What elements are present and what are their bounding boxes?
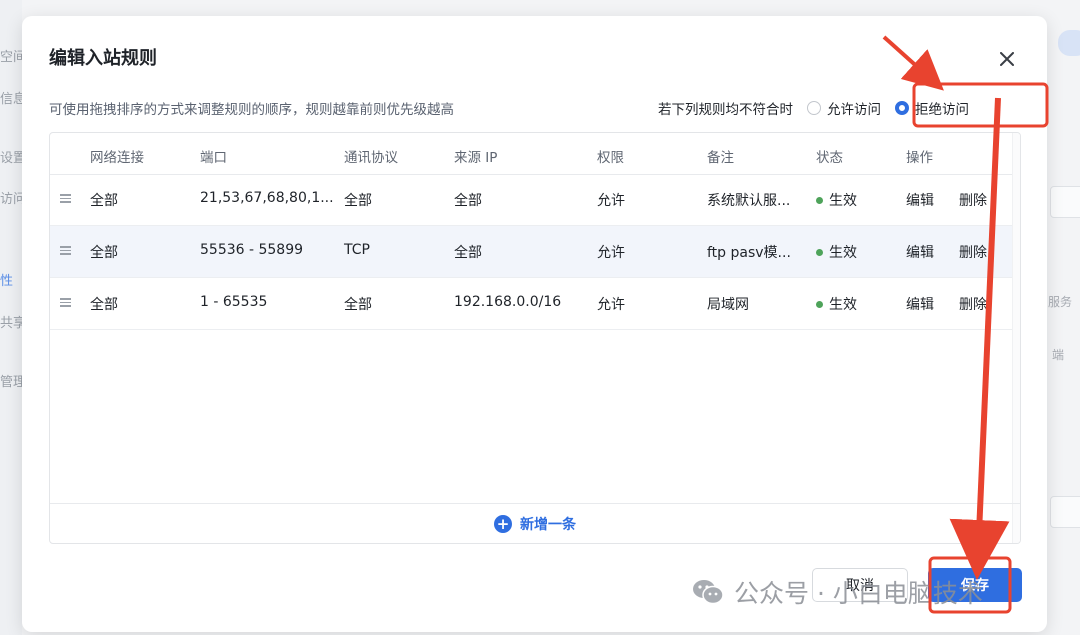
protocol-cell: 全部 [344, 193, 372, 209]
delete-link[interactable]: 删除 [959, 242, 987, 262]
bg-field [1050, 496, 1080, 528]
drag-handle-icon[interactable] [60, 298, 71, 307]
drag-handle-icon[interactable] [60, 246, 71, 255]
allow-access-radio[interactable]: 允许访问 [807, 98, 881, 118]
table-row: 全部 21,53,67,68,80,1... 全部 全部 允许 系统默认服...… [50, 174, 1020, 226]
column-header: 网络连接 [90, 150, 144, 166]
deny-access-radio[interactable]: 拒绝访问 [895, 98, 969, 118]
rules-table: 网络连接 端口 通讯协议 来源 IP 权限 备注 状态 操作 全部 21,53,… [49, 132, 1021, 544]
bg-label: 服务 [1048, 295, 1073, 309]
add-rule-button[interactable]: + 新增一条 [494, 514, 576, 534]
column-header: 端口 [200, 150, 227, 166]
dialog-description: 可使用拖拽排序的方式来调整规则的顺序，规则越靠前则优先级越高 [49, 102, 454, 118]
source-ip-cell: 全部 [454, 245, 482, 261]
source-ip-cell: 192.168.0.0/16 [454, 294, 562, 310]
port-cell: 21,53,67,68,80,1... [200, 190, 334, 206]
note-cell: 局域网 [707, 297, 749, 313]
bg-label: 端 [1052, 348, 1065, 362]
network-cell: 全部 [90, 245, 118, 261]
port-cell: 1 - 65535 [200, 294, 268, 310]
source-ip-cell: 全部 [454, 193, 482, 209]
status-cell: 生效 [816, 190, 857, 210]
table-header: 网络连接 端口 通讯协议 来源 IP 权限 备注 状态 操作 [50, 133, 1020, 175]
protocol-cell: TCP [344, 242, 370, 258]
radio-circle [807, 101, 821, 115]
table-scrollbar[interactable] [1012, 133, 1020, 543]
column-header: 通讯协议 [344, 150, 398, 166]
permission-cell: 允许 [597, 245, 625, 261]
wechat-icon [693, 580, 724, 605]
close-icon [1000, 52, 1014, 66]
permission-cell: 允许 [597, 297, 625, 313]
delete-link[interactable]: 删除 [959, 190, 987, 210]
table-footer: + 新增一条 [50, 503, 1020, 543]
bg-nav-item: 性 [0, 274, 14, 289]
status-dot-icon [816, 301, 823, 308]
note-cell: 系统默认服... [707, 193, 791, 209]
edit-inbound-rules-dialog: 编辑入站规则 可使用拖拽排序的方式来调整规则的顺序，规则越靠前则优先级越高 若下… [22, 16, 1047, 632]
column-header: 来源 IP [454, 150, 498, 166]
table-row: 全部 1 - 65535 全部 192.168.0.0/16 允许 局域网 生效… [50, 278, 1020, 330]
status-dot-icon [816, 249, 823, 256]
watermark-text: 公众号 · 小白电脑技术 [734, 579, 983, 608]
policy-label: 若下列规则均不符合时 [658, 102, 793, 118]
table-row: 全部 55536 - 55899 TCP 全部 允许 ftp pasv模... … [50, 226, 1020, 278]
plus-circle-icon: + [494, 515, 512, 533]
network-cell: 全部 [90, 297, 118, 313]
bg-toggle [1058, 30, 1080, 56]
note-cell: ftp pasv模... [707, 245, 791, 261]
add-rule-label: 新增一条 [520, 517, 576, 533]
status-text: 生效 [829, 245, 857, 261]
status-cell: 生效 [816, 242, 857, 262]
default-policy-group: 若下列规则均不符合时 允许访问 拒绝访问 [658, 98, 969, 118]
edit-link[interactable]: 编辑 [906, 242, 934, 262]
status-dot-icon [816, 197, 823, 204]
close-button[interactable] [994, 46, 1020, 72]
protocol-cell: 全部 [344, 297, 372, 313]
watermark: 公众号 · 小白电脑技术 [692, 574, 983, 610]
drag-handle-icon[interactable] [60, 194, 71, 203]
dialog-title: 编辑入站规则 [49, 48, 157, 69]
edit-link[interactable]: 编辑 [906, 190, 934, 210]
column-header: 状态 [816, 150, 843, 166]
port-cell: 55536 - 55899 [200, 242, 304, 258]
radio-circle-checked [895, 101, 909, 115]
status-cell: 生效 [816, 294, 857, 314]
status-text: 生效 [829, 193, 857, 209]
radio-label: 允许访问 [827, 102, 881, 118]
bg-field [1050, 186, 1080, 218]
delete-link[interactable]: 删除 [959, 294, 987, 314]
column-header: 权限 [597, 150, 624, 166]
column-header: 备注 [707, 150, 734, 166]
column-header: 操作 [906, 150, 933, 166]
status-text: 生效 [829, 297, 857, 313]
edit-link[interactable]: 编辑 [906, 294, 934, 314]
network-cell: 全部 [90, 193, 118, 209]
radio-label: 拒绝访问 [915, 102, 969, 118]
permission-cell: 允许 [597, 193, 625, 209]
